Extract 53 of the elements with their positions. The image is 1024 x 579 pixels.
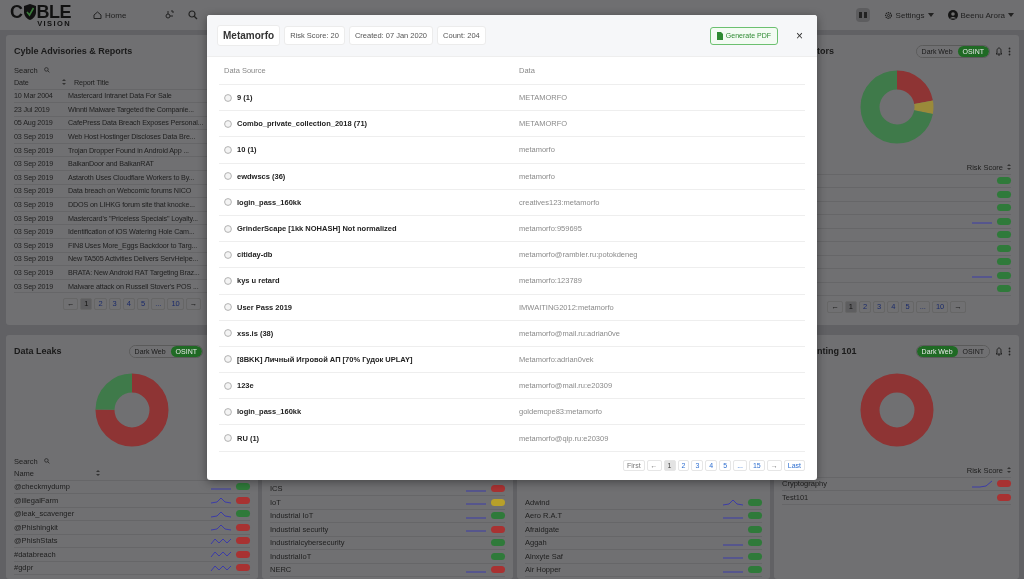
file-icon — [716, 31, 723, 40]
expand-icon[interactable] — [224, 172, 232, 181]
sparkline — [210, 509, 232, 518]
panel-title: Data Leaks — [14, 346, 62, 356]
panel-title: nting 101 — [817, 346, 857, 356]
sparkline — [210, 496, 232, 505]
logo-text: C — [10, 2, 23, 21]
search-icon — [44, 458, 50, 464]
expand-icon[interactable] — [224, 93, 232, 102]
sparkline — [210, 536, 232, 545]
expand-icon[interactable] — [224, 250, 232, 259]
expand-icon[interactable] — [224, 303, 232, 312]
sparkline — [722, 498, 744, 507]
apps-icon[interactable] — [855, 8, 870, 22]
bell-icon[interactable] — [995, 46, 1003, 56]
logo-text: BLE — [36, 2, 71, 21]
sparkline — [971, 479, 993, 488]
home-icon — [93, 11, 102, 19]
modal-title: Metamorfo — [217, 25, 281, 46]
expand-icon[interactable] — [224, 407, 232, 416]
sort-icon — [1007, 467, 1011, 474]
expand-icon[interactable] — [224, 434, 232, 443]
expand-icon[interactable] — [224, 355, 232, 364]
more-icon[interactable] — [1008, 46, 1011, 56]
sort-icon — [62, 79, 66, 86]
expand-icon[interactable] — [224, 381, 232, 390]
user-menu[interactable]: Beenu Arora — [947, 10, 1014, 20]
shield-icon — [22, 2, 37, 21]
sparkline — [210, 563, 232, 572]
sort-icon — [96, 470, 100, 477]
more-icon[interactable] — [1008, 346, 1011, 356]
network-icon[interactable] — [164, 10, 175, 20]
expand-icon[interactable] — [224, 224, 232, 233]
home-link[interactable]: Home — [93, 10, 127, 20]
panel-title: tors — [817, 46, 834, 56]
panel-title: Cyble Advisories & Reports — [14, 46, 133, 56]
sparkline — [210, 523, 232, 532]
expand-icon[interactable] — [224, 276, 232, 285]
settings-menu[interactable]: Settings — [883, 10, 934, 20]
expand-icon[interactable] — [224, 198, 232, 207]
close-button[interactable]: × — [792, 28, 807, 43]
caret-icon — [927, 13, 934, 17]
sort-icon — [1007, 164, 1011, 171]
expand-icon[interactable] — [224, 119, 232, 128]
search-icon — [44, 67, 50, 73]
sparkline — [210, 550, 232, 559]
caret-icon — [1008, 13, 1014, 17]
expand-icon[interactable] — [224, 329, 232, 338]
search-icon[interactable] — [188, 10, 199, 20]
bell-icon[interactable] — [995, 346, 1003, 356]
user-icon — [947, 10, 958, 20]
gear-icon — [883, 10, 893, 20]
expand-icon[interactable] — [224, 145, 232, 154]
